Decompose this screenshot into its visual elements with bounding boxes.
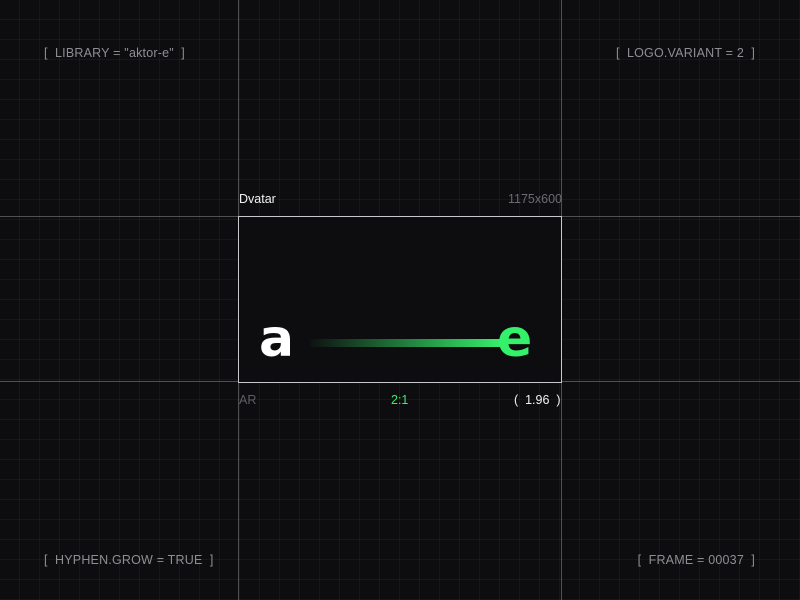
aspect-ratio-decimal: ( 1.96 ) [514,393,561,407]
logo-hyphen-gradient [309,339,501,347]
frame-dimensions: 1175x600 [508,192,562,206]
aspect-ratio-value: 2:1 [391,393,409,407]
hyphen-grow-label: [ HYPHEN.GROW = TRUE ] [44,553,214,567]
frame-title: Dvatar [239,192,276,206]
logo-letter-e: e [497,309,533,369]
logo-variant-label: [ LOGO.VARIANT = 2 ] [615,46,755,60]
logo-letter-a: a [259,309,295,369]
frame-number-label: [ FRAME = 00037 ] [637,553,755,567]
library-label: [ LIBRARY = "aktor-e" ] [44,46,185,60]
aspect-ratio-label: AR [239,393,257,407]
logo-frame[interactable]: a e [238,216,562,383]
